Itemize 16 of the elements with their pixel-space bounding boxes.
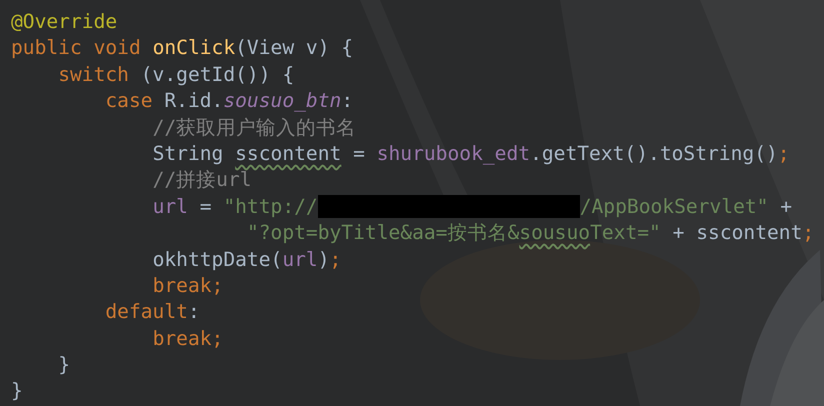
code-line: okhttpDate(url);: [152, 246, 342, 273]
code-text: url = "http://: [152, 194, 318, 220]
code-line: switch (v.getId()) {: [58, 62, 294, 88]
code-line: public void onClick(View v) {: [11, 35, 354, 62]
code-line: break;: [152, 272, 224, 299]
code-line: case R.id.sousuo_btn:: [105, 88, 354, 114]
code-line: String sscontent = shurubook_edt.getText().toString();: [152, 140, 790, 167]
code-line: //获取用户输入的书名: [152, 114, 356, 141]
code-line: break;: [152, 326, 224, 352]
code-line: }: [11, 378, 23, 404]
code-line: @Override: [11, 9, 118, 35]
code-line: //拼接url: [152, 167, 252, 194]
code-line: }: [58, 352, 70, 378]
code-text: /AppBookServlet" +: [580, 194, 792, 220]
code-line: "?opt=byTitle&aa=按书名&sousuoText=" + sscontent;: [246, 220, 814, 246]
code-line: default:: [105, 299, 200, 326]
